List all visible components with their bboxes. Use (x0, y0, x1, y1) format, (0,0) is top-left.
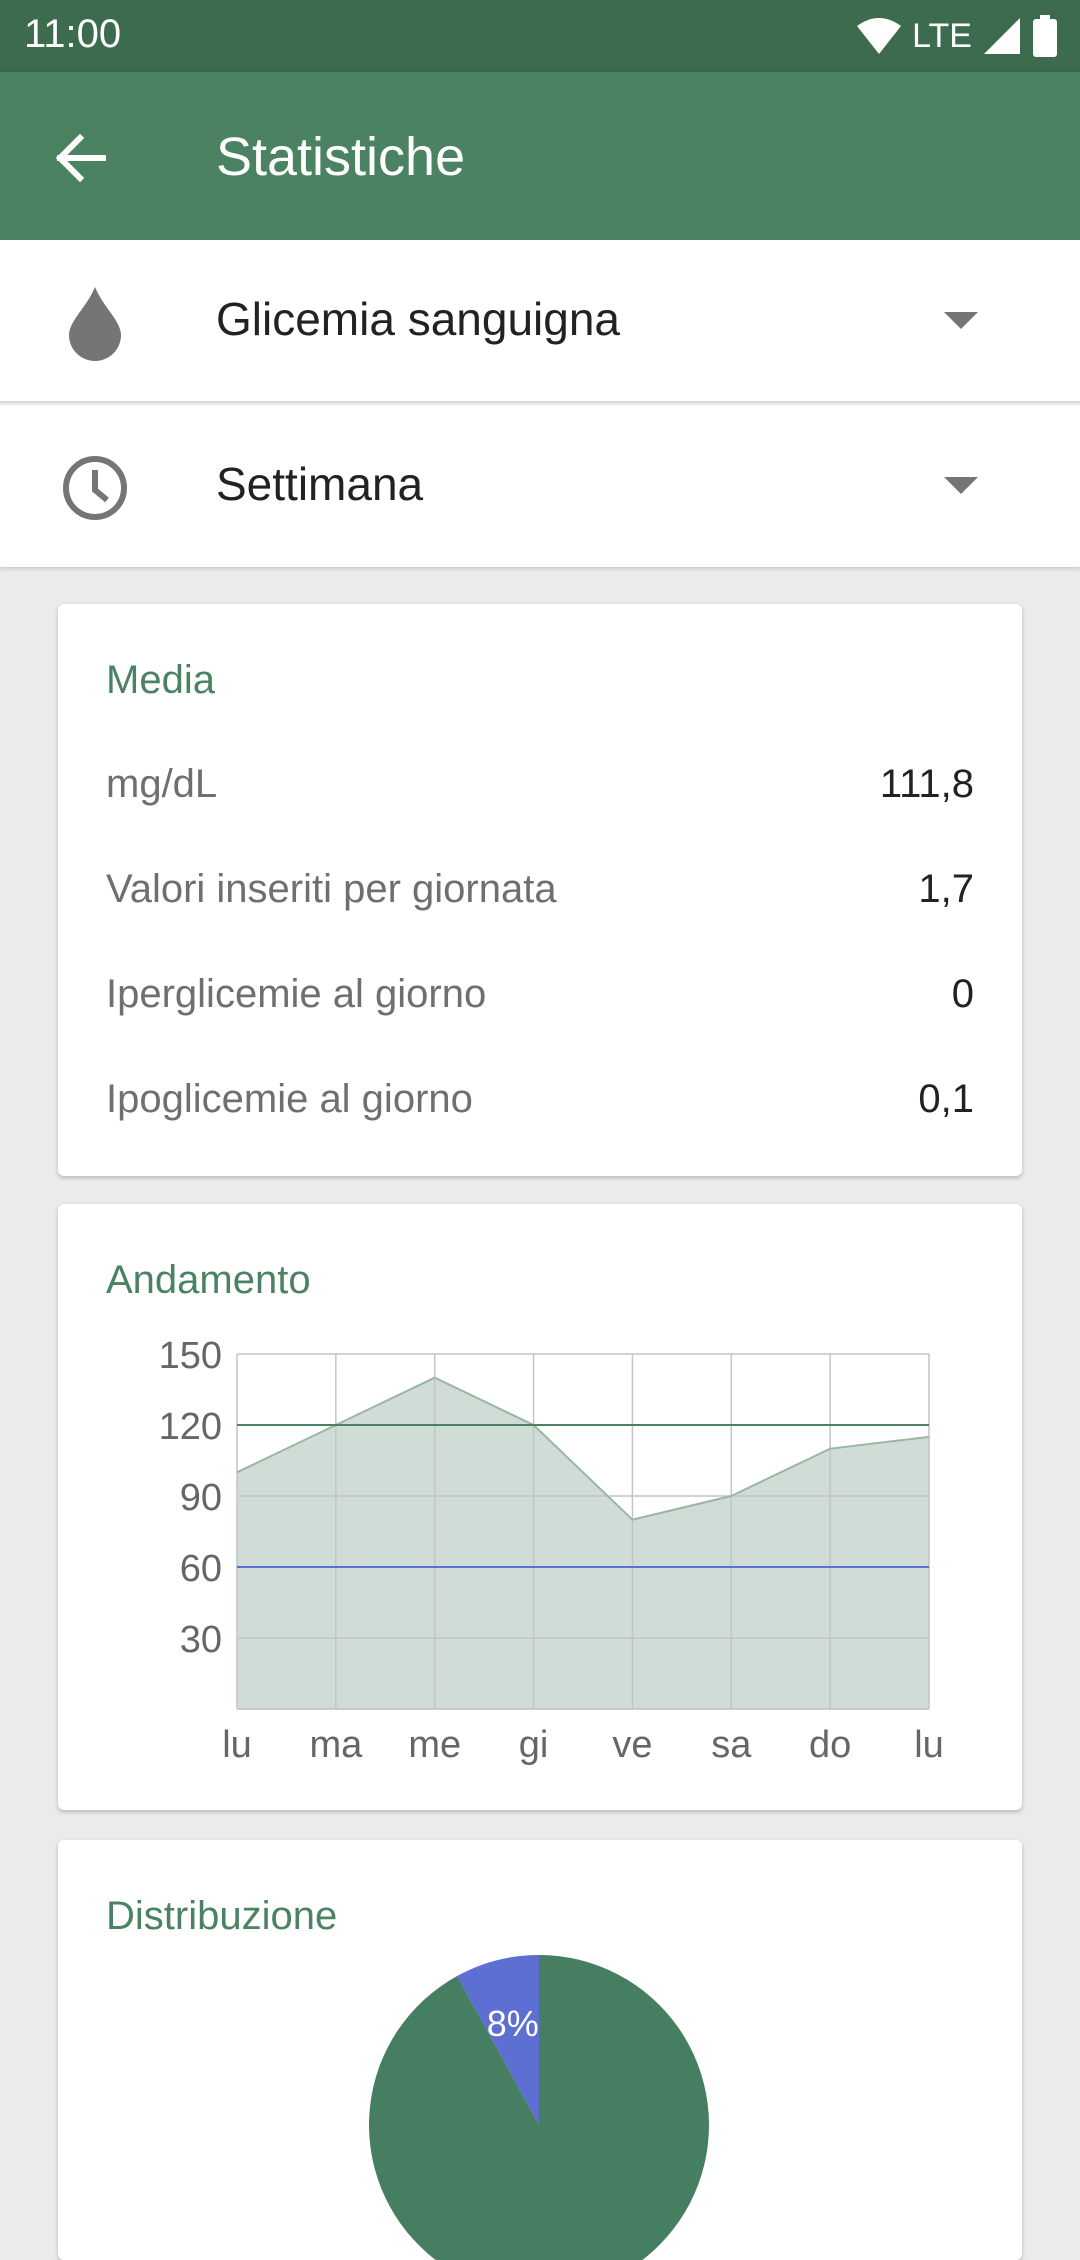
arrow-back-icon (54, 134, 106, 182)
distribution-card: Distribuzione 8% (58, 1840, 1022, 2260)
pie-slice-label: 8% (487, 2003, 539, 2044)
trend-area (237, 1378, 929, 1709)
y-tick-label: 150 (159, 1335, 222, 1377)
stat-value: 0,1 (918, 1077, 974, 1122)
distribution-pie-chart: 8% (58, 1840, 1022, 2260)
drop-icon (58, 286, 132, 360)
app-bar: Statistiche (0, 72, 1080, 240)
x-tick-label: lu (914, 1724, 944, 1766)
period-selector[interactable]: Settimana (0, 405, 1080, 567)
y-tick-label: 90 (180, 1477, 222, 1519)
x-tick-label: me (408, 1724, 461, 1766)
stat-row-hypoglycemia: Ipoglicemie al giorno 0,1 (106, 1077, 974, 1137)
status-time: 11:00 (24, 12, 121, 57)
category-selector-label: Glicemia sanguigna (216, 292, 620, 346)
clock-icon (58, 451, 132, 525)
stat-row-values-per-day: Valori inseriti per giornata 1,7 (106, 867, 974, 927)
period-selector-label: Settimana (216, 457, 423, 511)
stat-label: mg/dL (106, 762, 217, 807)
dropdown-arrow-icon (944, 312, 978, 329)
y-tick-label: 120 (159, 1406, 222, 1448)
x-tick-label: gi (519, 1724, 549, 1766)
stat-label: Valori inseriti per giornata (106, 867, 557, 912)
x-tick-label: lu (222, 1724, 252, 1766)
category-selector[interactable]: Glicemia sanguigna (0, 240, 1080, 403)
x-tick-label: ma (309, 1724, 363, 1766)
page-title: Statistiche (216, 126, 465, 188)
trend-chart: 30 60 90 120 150 lu ma me gi ve sa do lu (58, 1204, 1022, 1810)
stat-row-mgdl: mg/dL 111,8 (106, 762, 974, 822)
back-button[interactable] (40, 118, 120, 198)
stat-value: 111,8 (880, 762, 974, 807)
x-tick-label: ve (612, 1724, 652, 1766)
y-tick-label: 60 (180, 1548, 222, 1590)
dropdown-arrow-icon (944, 477, 978, 494)
average-card-title: Media (106, 658, 215, 703)
signal-icon (982, 16, 1022, 56)
battery-icon (1032, 15, 1058, 57)
stat-row-hyperglycemia: Iperglicemie al giorno 0 (106, 972, 974, 1032)
status-bar: 11:00 LTE (0, 0, 1080, 72)
stat-label: Iperglicemie al giorno (106, 972, 486, 1017)
status-icons: LTE (856, 14, 1058, 58)
x-tick-label: sa (711, 1724, 752, 1766)
x-tick-label: do (809, 1724, 851, 1766)
pie-slice (369, 1955, 709, 2260)
stat-label: Ipoglicemie al giorno (106, 1077, 473, 1122)
network-type-label: LTE (912, 17, 972, 56)
trend-card: Andamento 306090120150lumamegivesadolu (58, 1204, 1022, 1810)
y-tick-label: 30 (180, 1619, 222, 1661)
wifi-icon (856, 16, 902, 56)
stat-value: 0 (952, 972, 974, 1017)
stat-value: 1,7 (918, 867, 974, 912)
average-card: Media mg/dL 111,8 Valori inseriti per gi… (58, 604, 1022, 1176)
